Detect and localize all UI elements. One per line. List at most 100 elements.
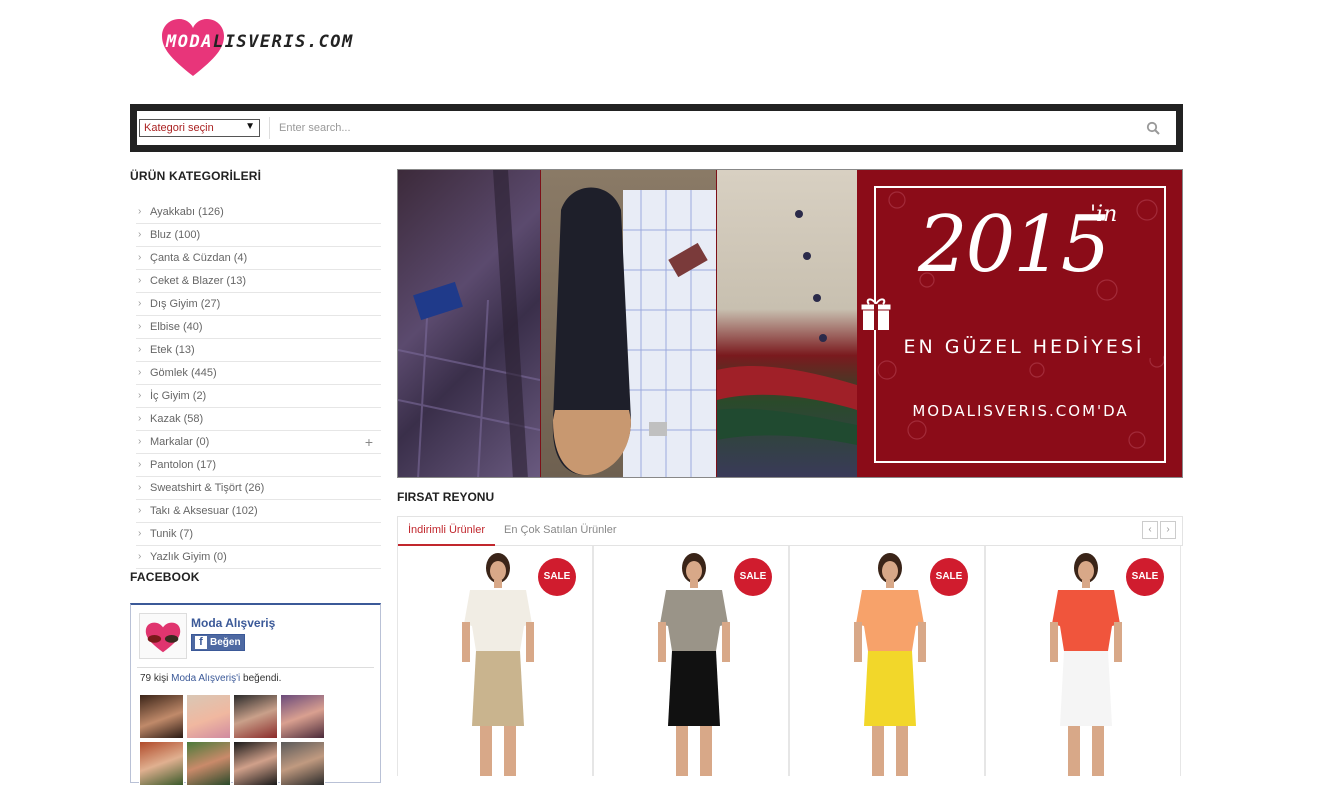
sidebar-category-item[interactable]: › Yazlık Giyim (0) — [136, 546, 381, 569]
product-card[interactable]: SALE — [397, 546, 593, 776]
chevron-right-icon: › — [138, 436, 142, 447]
avatar[interactable] — [186, 694, 231, 739]
avatar[interactable] — [233, 741, 278, 786]
sale-badge: SALE — [538, 558, 576, 596]
facebook-icon: f — [195, 636, 207, 649]
sidebar-category-label: Etek (13) — [150, 344, 195, 356]
chevron-right-icon: › — [138, 459, 142, 470]
sidebar-category-label: Tunik (7) — [150, 528, 193, 540]
expand-plus-icon[interactable]: + — [365, 431, 373, 453]
categories-title: ÜRÜN KATEGORİLERİ — [130, 169, 262, 183]
sidebar-category-label: Pantolon (17) — [150, 459, 217, 471]
sidebar-category-item[interactable]: › Gömlek (445) — [136, 362, 381, 385]
avatar[interactable] — [186, 741, 231, 786]
category-select[interactable]: Kategori seçin ▼ — [139, 119, 260, 137]
sidebar-category-label: Sweatshirt & Tişört (26) — [150, 482, 265, 494]
avatar[interactable] — [233, 694, 278, 739]
sale-badge: SALE — [734, 558, 772, 596]
tab-discounted[interactable]: İndirimli Ürünler — [398, 517, 496, 551]
sidebar-category-label: Gömlek (445) — [150, 367, 217, 379]
promo-banner[interactable]: 2015 'in EN GÜZEL HEDİYESİ MODALISVERIS.… — [397, 169, 1183, 478]
sidebar-category-item[interactable]: › Ceket & Blazer (13) — [136, 270, 381, 293]
sidebar-category-label: Yazlık Giyim (0) — [150, 551, 227, 563]
sidebar-category-label: Elbise (40) — [150, 321, 203, 333]
sidebar-category-label: Ceket & Blazer (13) — [150, 275, 246, 287]
divider — [269, 117, 270, 139]
product-image[interactable] — [1036, 546, 1136, 776]
sidebar-category-item[interactable]: › İç Giyim (2) — [136, 385, 381, 408]
like-button[interactable]: f Beğen — [191, 634, 245, 651]
chevron-right-icon: › — [138, 275, 142, 286]
search-input[interactable]: Enter search... — [279, 119, 1099, 137]
chevron-right-icon: › — [138, 482, 142, 493]
product-image[interactable] — [448, 546, 548, 776]
banner-image-polo — [717, 170, 857, 477]
sidebar-category-label: Bluz (100) — [150, 229, 201, 241]
chevron-right-icon: › — [138, 298, 142, 309]
chevron-right-icon: › — [138, 413, 142, 424]
shoe-shirt-art — [552, 187, 716, 477]
dropdown-arrow-icon: ▼ — [245, 121, 255, 132]
sidebar-category-item[interactable]: › Kazak (58) — [136, 408, 381, 431]
sidebar-category-item[interactable]: › Dış Giyim (27) — [136, 293, 381, 316]
page-thumbnail[interactable] — [139, 613, 187, 659]
chevron-right-icon: › — [138, 206, 142, 217]
sidebar-category-label: Kazak (58) — [150, 413, 204, 425]
next-button[interactable]: › — [1160, 521, 1176, 539]
carousel-nav: ‹ › — [1142, 521, 1176, 540]
like-count-prefix: 79 kişi — [140, 673, 172, 684]
gift-icon — [861, 298, 891, 330]
logo-text-dark: LISVERIS.COM — [212, 32, 354, 52]
sidebar-category-item[interactable]: › Elbise (40) — [136, 316, 381, 339]
banner-year-suffix: 'in — [1090, 202, 1118, 227]
like-count-suffix: beğendi. — [240, 673, 282, 684]
tab-bestsellers[interactable]: En Çok Satılan Ürünler — [494, 517, 627, 546]
like-count-text: 79 kişi Moda Alışveriş'i beğendi. — [140, 673, 281, 684]
banner-year: 2015 — [918, 200, 1111, 290]
sidebar-category-item[interactable]: › Markalar (0) + — [136, 431, 381, 454]
facebook-page-name[interactable]: Moda Alışveriş — [191, 616, 275, 630]
sidebar-category-item[interactable]: › Ayakkabı (126) — [136, 201, 381, 224]
product-card[interactable]: SALE — [985, 546, 1181, 776]
banner-image-shoe-shirt — [541, 170, 716, 477]
chevron-right-icon: › — [138, 229, 142, 240]
sidebar-category-label: Takı & Aksesuar (102) — [150, 505, 258, 517]
sidebar-category-item[interactable]: › Bluz (100) — [136, 224, 381, 247]
avatar[interactable] — [139, 741, 184, 786]
product-image[interactable] — [644, 546, 744, 776]
banner-image-sweater — [398, 170, 541, 477]
deals-tabs: İndirimli Ürünler En Çok Satılan Ürünler… — [397, 516, 1183, 551]
sidebar-category-label: Markalar (0) — [150, 436, 210, 448]
chevron-right-icon: › — [138, 367, 142, 378]
sidebar-category-item[interactable]: › Sweatshirt & Tişört (26) — [136, 477, 381, 500]
product-card[interactable]: SALE — [593, 546, 789, 776]
banner-headline: EN GÜZEL HEDİYESİ — [885, 336, 1163, 358]
facebook-widget: Moda Alışveriş f Beğen 79 kişi Moda Alış… — [130, 603, 381, 786]
product-image[interactable] — [840, 546, 940, 776]
sidebar-category-label: Çanta & Cüzdan (4) — [150, 252, 248, 264]
chevron-right-icon: › — [138, 551, 142, 562]
sidebar-category-item[interactable]: › Etek (13) — [136, 339, 381, 362]
avatar[interactable] — [280, 741, 325, 786]
sidebar-category-item[interactable]: › Pantolon (17) — [136, 454, 381, 477]
like-button-label: Beğen — [210, 637, 241, 648]
sidebar-category-label: İç Giyim (2) — [150, 390, 207, 402]
avatar[interactable] — [280, 694, 325, 739]
prev-button[interactable]: ‹ — [1142, 521, 1158, 539]
like-count-page-link[interactable]: Moda Alışveriş'i — [171, 673, 240, 684]
category-list: › Ayakkabı (126) › Bluz (100) › Çanta & Cüzda… — [136, 201, 381, 569]
avatar[interactable] — [139, 694, 184, 739]
sale-badge: SALE — [930, 558, 968, 596]
chevron-right-icon: › — [138, 252, 142, 263]
search-bar: Kategori seçin ▼ Enter search... — [130, 104, 1183, 152]
sidebar-category-item[interactable]: › Tunik (7) — [136, 523, 381, 546]
chevron-right-icon: › — [138, 505, 142, 516]
sale-badge: SALE — [1126, 558, 1164, 596]
sidebar-category-item[interactable]: › Çanta & Cüzdan (4) — [136, 247, 381, 270]
sidebar-category-item[interactable]: › Takı & Aksesuar (102) — [136, 500, 381, 523]
chevron-right-icon: › — [138, 344, 142, 355]
site-logo[interactable]: MODALISVERIS.COM — [160, 18, 360, 78]
search-icon[interactable] — [1146, 121, 1160, 135]
product-card[interactable]: SALE — [789, 546, 985, 776]
chevron-right-icon: › — [138, 321, 142, 332]
